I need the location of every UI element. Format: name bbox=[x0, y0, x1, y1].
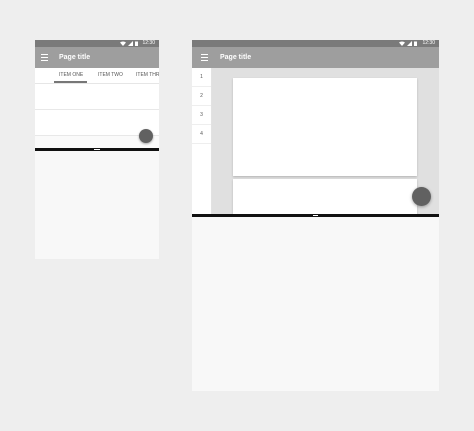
status-time: 12:30 bbox=[142, 40, 155, 46]
menu-icon[interactable] bbox=[41, 54, 48, 61]
wifi-icon bbox=[399, 41, 405, 46]
tab-item-three[interactable]: ITEM THR bbox=[136, 68, 159, 83]
fab-button[interactable] bbox=[412, 187, 431, 206]
nav-rail: 1 2 3 4 bbox=[192, 68, 212, 214]
wifi-icon bbox=[120, 41, 126, 46]
signal-icon bbox=[407, 41, 412, 46]
status-icons bbox=[399, 41, 417, 46]
page-title: Page title bbox=[59, 54, 91, 61]
list-item[interactable] bbox=[35, 84, 159, 110]
bottom-sheet bbox=[192, 217, 439, 391]
app-bar: Page title bbox=[35, 47, 159, 68]
menu-icon[interactable] bbox=[201, 54, 208, 61]
status-bar: 12:30 bbox=[192, 40, 439, 47]
nav-rail-item-4[interactable]: 4 bbox=[192, 125, 211, 144]
drag-handle-icon[interactable] bbox=[313, 215, 318, 216]
app-bar: Page title bbox=[192, 47, 439, 68]
phone-screen: 12:30 Page title ITEM ONE ITEM TWO ITEM … bbox=[35, 40, 159, 259]
battery-icon bbox=[135, 41, 138, 46]
fab-button[interactable] bbox=[139, 129, 153, 143]
nav-rail-item-3[interactable]: 3 bbox=[192, 106, 211, 125]
nav-rail-item-1[interactable]: 1 bbox=[192, 68, 211, 87]
content-card[interactable] bbox=[233, 78, 417, 176]
bottom-sheet bbox=[35, 151, 159, 259]
nav-rail-item-2[interactable]: 2 bbox=[192, 87, 211, 106]
tab-indicator bbox=[54, 81, 87, 83]
status-time: 12:30 bbox=[422, 40, 435, 46]
drag-handle-icon[interactable] bbox=[94, 149, 100, 150]
status-bar: 12:30 bbox=[35, 40, 159, 47]
battery-icon bbox=[414, 41, 417, 46]
page-title: Page title bbox=[220, 54, 252, 61]
tab-bar: ITEM ONE ITEM TWO ITEM THR bbox=[35, 68, 159, 84]
content-card[interactable] bbox=[233, 179, 417, 214]
status-icons bbox=[120, 41, 138, 46]
signal-icon bbox=[128, 41, 133, 46]
tab-item-two[interactable]: ITEM TWO bbox=[98, 68, 123, 83]
tablet-screen: 12:30 Page title 1 2 3 4 bbox=[192, 40, 439, 391]
